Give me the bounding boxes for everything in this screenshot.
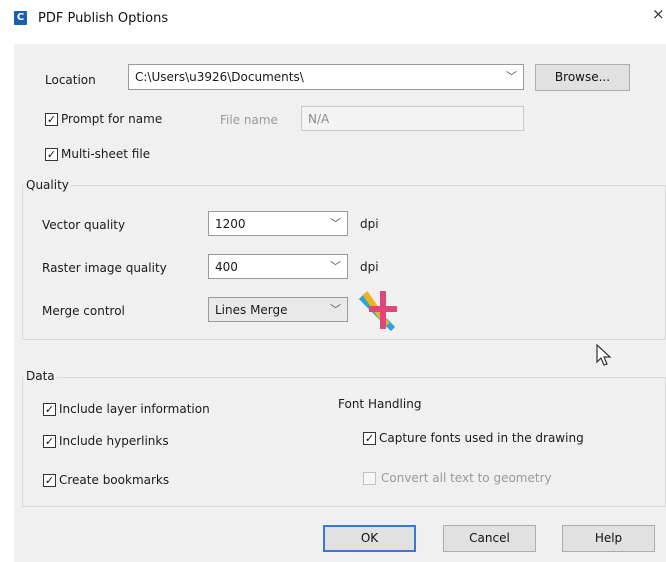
help-button[interactable]: Help — [562, 525, 655, 552]
chevron-down-icon[interactable]: ﹀ — [330, 212, 341, 235]
vector-dpi-label: dpi — [360, 217, 379, 231]
include-layer-checkbox[interactable]: ✓ — [43, 403, 56, 416]
chevron-down-icon[interactable]: ﹀ — [506, 65, 517, 89]
file-name-label: File name — [220, 113, 278, 127]
include-hyperlinks-label: Include hyperlinks — [59, 434, 169, 448]
file-name-value: N/A — [308, 112, 330, 126]
vector-quality-value: 1200 — [215, 217, 246, 231]
vector-quality-label: Vector quality — [42, 218, 126, 232]
include-layer-label: Include layer information — [59, 402, 210, 416]
chevron-down-icon[interactable]: ﹀ — [330, 298, 341, 321]
data-group-title: Data — [24, 369, 57, 383]
include-hyperlinks-checkbox[interactable]: ✓ — [43, 435, 56, 448]
chevron-down-icon[interactable]: ﹀ — [330, 255, 341, 278]
app-logo-icon: C — [14, 11, 27, 25]
location-combobox[interactable]: C:\Users\u3926\Documents\ ﹀ — [128, 64, 524, 90]
create-bookmarks-label: Create bookmarks — [59, 473, 170, 487]
dialog-title: PDF Publish Options — [38, 11, 169, 26]
title-bar: C PDF Publish Options × — [0, 0, 666, 40]
raster-quality-label: Raster image quality — [42, 261, 167, 275]
capture-fonts-checkbox[interactable]: ✓ — [363, 432, 376, 445]
multi-sheet-label: Multi-sheet file — [61, 147, 151, 161]
location-value: C:\Users\u3926\Documents\ — [135, 70, 304, 84]
multi-sheet-checkbox[interactable]: ✓ — [45, 148, 58, 161]
capture-fonts-label: Capture fonts used in the drawing — [379, 431, 584, 445]
merge-control-label: Merge control — [42, 304, 125, 318]
raster-quality-value: 400 — [215, 260, 238, 274]
dialog-body: Location C:\Users\u3926\Documents\ ﹀ Bro… — [14, 44, 666, 562]
close-icon[interactable]: × — [652, 5, 665, 23]
cancel-button[interactable]: Cancel — [443, 525, 536, 552]
pdf-publish-options-dialog: C PDF Publish Options × Location C:\User… — [0, 0, 666, 562]
mouse-cursor-icon — [596, 344, 612, 366]
raster-dpi-label: dpi — [360, 260, 379, 274]
quality-group-title: Quality — [24, 178, 71, 192]
browse-button[interactable]: Browse... — [535, 64, 630, 91]
convert-text-checkbox[interactable] — [363, 472, 376, 485]
font-handling-title: Font Handling — [338, 397, 422, 411]
merge-control-select[interactable]: Lines Merge ﹀ — [208, 297, 348, 322]
vector-quality-select[interactable]: 1200 ﹀ — [208, 211, 348, 236]
raster-quality-select[interactable]: 400 ﹀ — [208, 254, 348, 279]
file-name-field: N/A — [301, 106, 524, 131]
convert-text-label: Convert all text to geometry — [381, 471, 552, 485]
location-label: Location — [45, 73, 96, 87]
merge-control-value: Lines Merge — [215, 303, 288, 317]
ok-button[interactable]: OK — [323, 525, 416, 552]
prompt-for-name-checkbox[interactable]: ✓ — [45, 113, 58, 126]
lines-merge-icon — [358, 291, 397, 332]
prompt-for-name-label: Prompt for name — [61, 112, 163, 126]
create-bookmarks-checkbox[interactable]: ✓ — [43, 474, 56, 487]
